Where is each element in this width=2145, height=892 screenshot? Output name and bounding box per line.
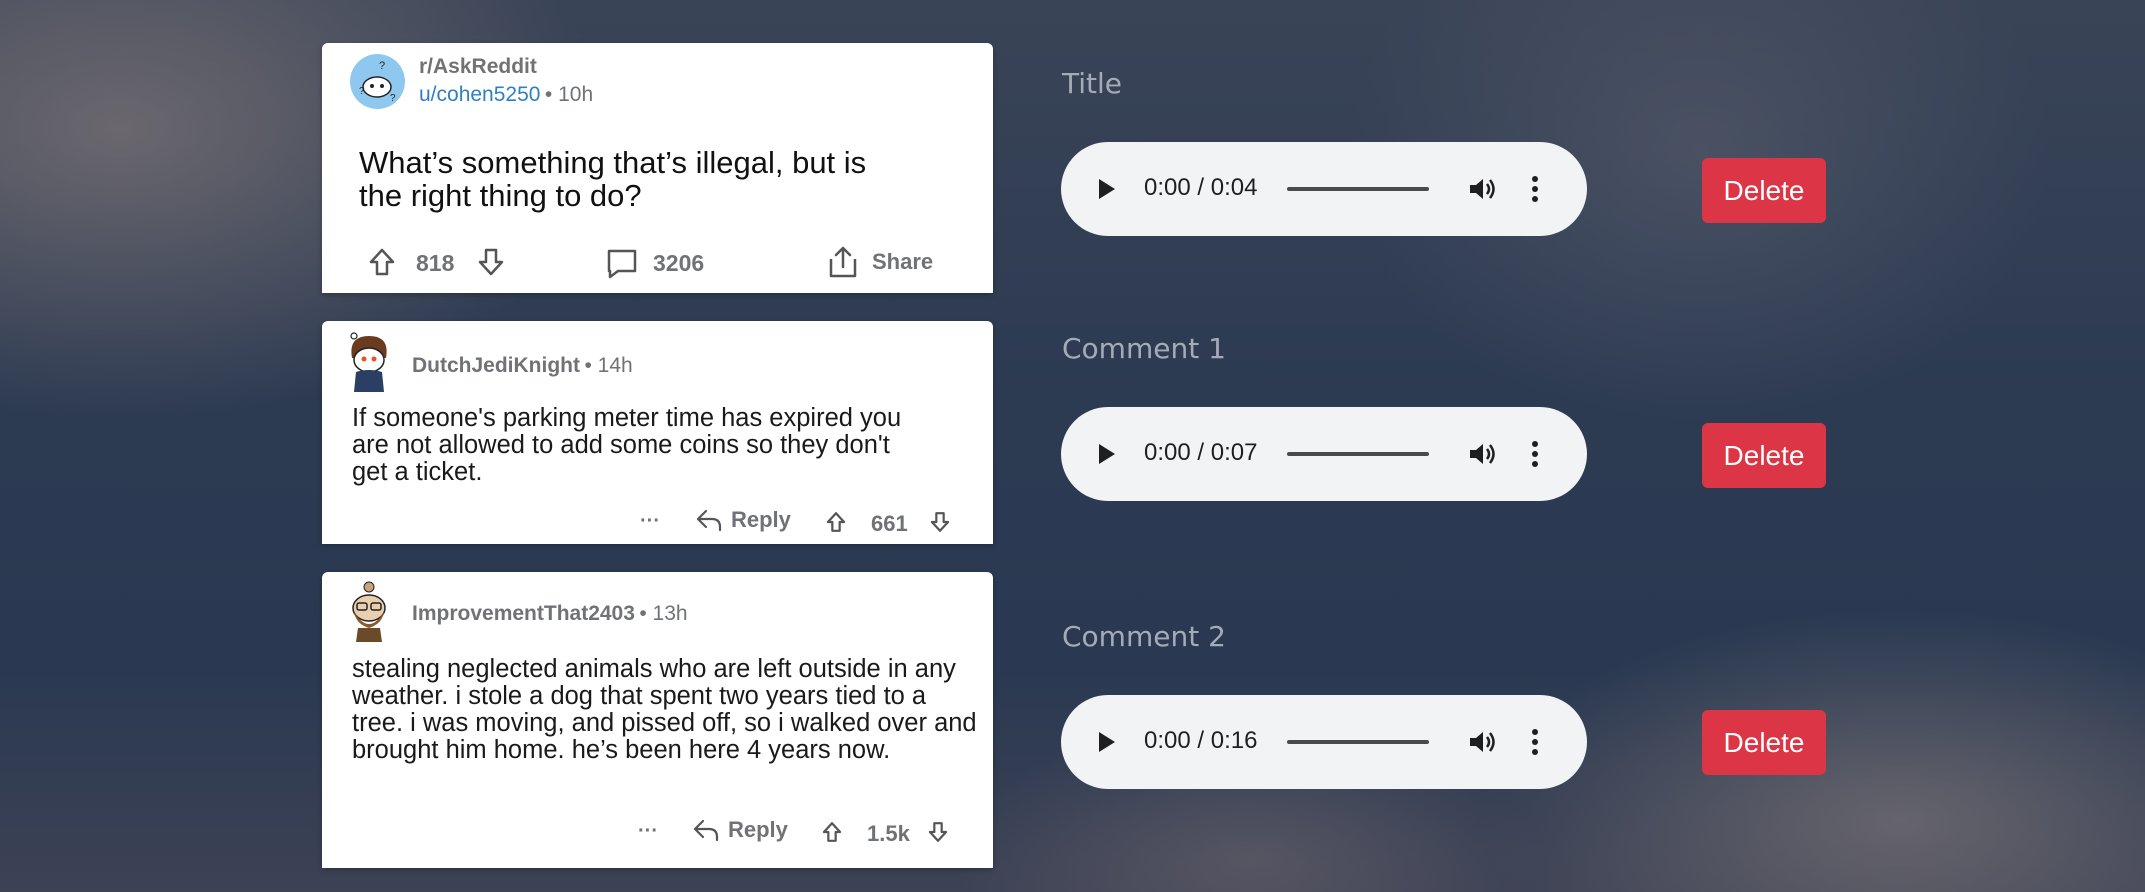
comment-score-2: 1.5k [867, 821, 910, 846]
arrow-down-outline-icon [927, 821, 949, 843]
comment-avatar-1[interactable] [342, 328, 396, 392]
post-comment-count: 3206 [653, 249, 705, 276]
comment-reply-button-2[interactable]: Reply [692, 817, 788, 843]
kebab-menu-icon[interactable] [1531, 728, 1539, 761]
play-icon[interactable] [1097, 177, 1117, 206]
arrow-down-outline-icon [929, 511, 951, 533]
comment-downvote-button-2[interactable] [927, 821, 949, 843]
arrow-up-outline-icon [825, 511, 847, 533]
audio-player-comment-2[interactable]: 0:00 / 0:16 [1061, 695, 1587, 789]
audio-player-title[interactable]: 0:00 / 0:04 [1061, 142, 1587, 236]
comment-byline-2: ImprovementThat2403 • 13h [412, 602, 688, 626]
arrow-up-outline-icon [368, 247, 396, 277]
comment-upvote-button-2[interactable] [821, 821, 843, 843]
comment-downvote-button-1[interactable] [929, 511, 951, 533]
kebab-menu-icon[interactable] [1531, 175, 1539, 208]
section-label-comment-1: Comment 1 [1062, 332, 1226, 365]
comment-upvote-button-1[interactable] [825, 511, 847, 533]
subreddit-avatar[interactable]: ? ? ? [350, 54, 405, 109]
comment-age-1: • 14h [584, 354, 633, 377]
comment-avatar-2[interactable] [342, 578, 396, 642]
comment-card-1: DutchJediKnight • 14h If someone's parki… [322, 321, 993, 544]
svg-text:?: ? [379, 60, 385, 72]
comment-username-1[interactable]: DutchJediKnight [412, 354, 580, 377]
volume-icon[interactable] [1467, 728, 1497, 761]
subreddit-name[interactable]: r/AskReddit [419, 55, 537, 79]
audio-time-title: 0:00 / 0:04 [1144, 174, 1258, 201]
volume-icon[interactable] [1467, 175, 1497, 208]
delete-button-comment-2[interactable]: Delete [1702, 710, 1826, 775]
audio-player-comment-1[interactable]: 0:00 / 0:07 [1061, 407, 1587, 501]
post-share-button[interactable]: Share [826, 244, 933, 280]
audio-seek-bar-comment-1[interactable] [1287, 452, 1429, 456]
audio-time-comment-2: 0:00 / 0:16 [1144, 727, 1258, 754]
comment-byline-1: DutchJediKnight • 14h [412, 354, 633, 378]
svg-text:?: ? [359, 86, 365, 97]
svg-text:?: ? [390, 93, 396, 104]
comment-age-2: • 13h [639, 602, 688, 625]
comment-text-2: stealing neglected animals who are left … [352, 655, 977, 764]
arrow-down-outline-icon [477, 247, 505, 277]
post-username[interactable]: u/cohen5250 [419, 83, 540, 106]
audio-seek-bar-title[interactable] [1287, 187, 1429, 191]
play-icon[interactable] [1097, 730, 1117, 759]
comment-more-button-1[interactable]: ··· [640, 510, 660, 533]
arrow-up-outline-icon [821, 821, 843, 843]
reply-arrow-icon [692, 817, 720, 843]
comment-text-1: If someone's parking meter time has expi… [352, 404, 902, 486]
post-title-card: ? ? ? r/AskReddit u/cohen5250 • 10h What… [322, 43, 993, 293]
reply-arrow-icon [695, 507, 723, 533]
comment-reply-label-2: Reply [728, 817, 788, 842]
audio-time-comment-1: 0:00 / 0:07 [1144, 439, 1258, 466]
comment-reply-label-1: Reply [731, 507, 791, 532]
comment-card-2: ImprovementThat2403 • 13h stealing negle… [322, 572, 993, 868]
post-comments-button[interactable]: 3206 [605, 246, 704, 280]
comment-reply-button-1[interactable]: Reply [695, 507, 791, 533]
post-downvote-button[interactable] [477, 247, 505, 277]
comment-username-2[interactable]: ImprovementThat2403 [412, 602, 635, 625]
post-share-label: Share [872, 249, 934, 274]
delete-button-title[interactable]: Delete [1702, 158, 1826, 223]
kebab-menu-icon[interactable] [1531, 440, 1539, 473]
post-age: • 10h [544, 83, 594, 106]
share-icon [826, 244, 860, 280]
post-title: What’s something that’s illegal, but is … [359, 145, 867, 213]
audio-seek-bar-comment-2[interactable] [1287, 740, 1429, 744]
volume-icon[interactable] [1467, 440, 1497, 473]
section-label-title: Title [1062, 67, 1123, 100]
comment-more-button-2[interactable]: ··· [638, 820, 658, 843]
speech-bubble-icon [605, 246, 639, 280]
delete-button-comment-1[interactable]: Delete [1702, 423, 1826, 488]
post-upvote-button[interactable] [368, 247, 396, 277]
play-icon[interactable] [1097, 442, 1117, 471]
section-label-comment-2: Comment 2 [1062, 620, 1226, 653]
comment-score-1: 661 [871, 511, 908, 536]
post-upvote-count: 818 [416, 250, 455, 276]
post-byline: u/cohen5250 • 10h [419, 83, 593, 107]
